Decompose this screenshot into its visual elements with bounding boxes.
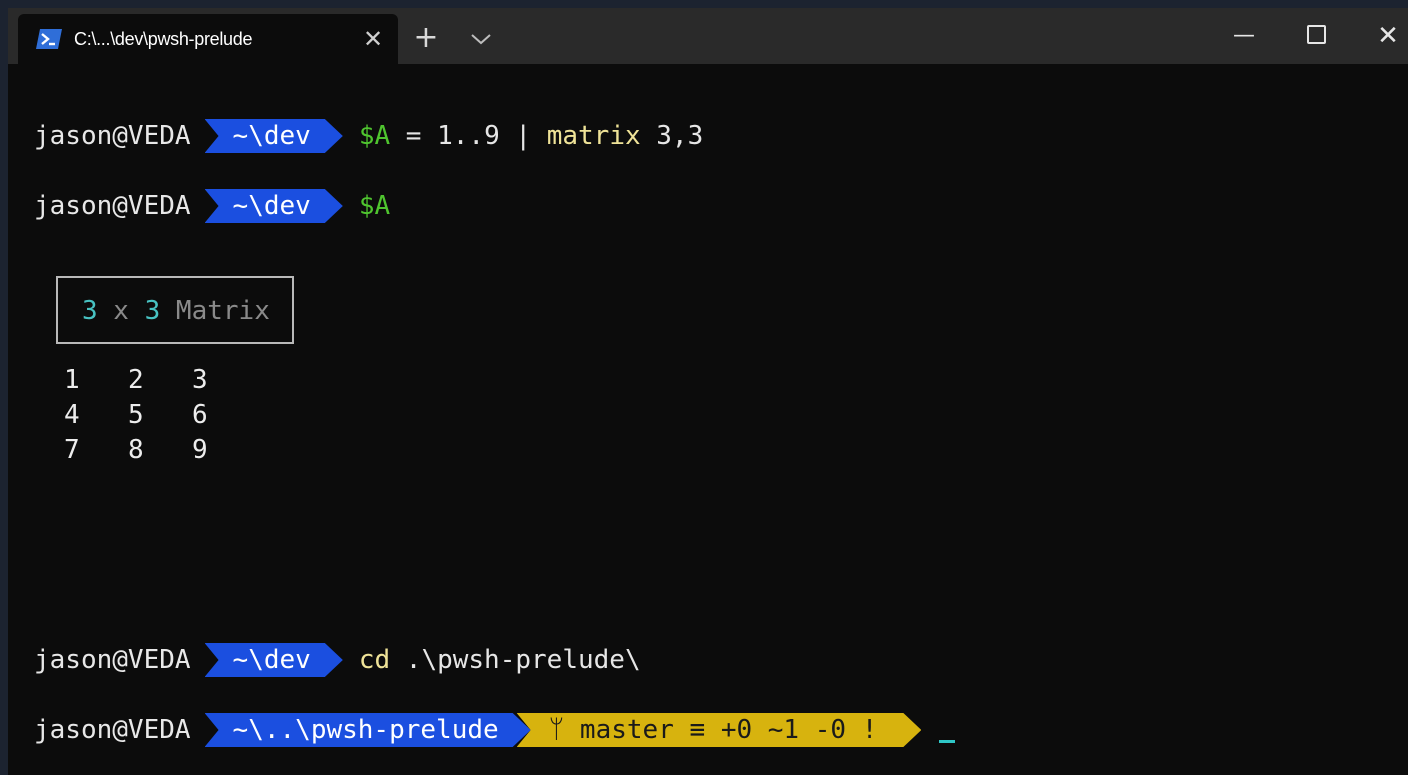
tab-pwsh-prelude[interactable]: C:\...\dev\pwsh-prelude ✕	[18, 14, 398, 64]
new-tab-button[interactable]: +	[406, 18, 446, 58]
chevron-down-icon[interactable]	[466, 24, 496, 54]
tab-title: C:\...\dev\pwsh-prelude	[74, 29, 253, 49]
prompt-line-4: jason@VEDA ~\..\pwsh-prelude ᛘ master ≡ +0…	[34, 712, 956, 748]
command-text: $A	[358, 191, 391, 221]
prompt-line-3: jason@VEDA ~\dev cd .\pwsh-prelude\	[34, 642, 641, 678]
prompt-line-1: jason@VEDA ~\dev $A = 1..9 | matrix 3,3	[34, 118, 703, 154]
git-status-segment: ᛘ master ≡ +0 ~1 -0 !	[517, 713, 922, 747]
matrix-title: 3 x 3 Matrix	[82, 296, 270, 326]
matrix-header-box: 3 x 3 Matrix	[56, 276, 294, 344]
prompt-dir: ~\dev	[205, 119, 343, 153]
tab-close-icon[interactable]: ✕	[356, 22, 390, 56]
minimize-button[interactable]: —	[1214, 14, 1274, 58]
maximize-button[interactable]	[1286, 14, 1346, 58]
prompt-dir: ~\dev	[205, 643, 343, 677]
text-cursor	[939, 739, 956, 743]
terminal-window: C:\...\dev\pwsh-prelude ✕ + — ✕ jason@VE…	[8, 8, 1408, 775]
git-branch: master	[579, 715, 674, 745]
prompt-user: jason@VEDA	[34, 645, 191, 675]
prompt-line-2: jason@VEDA ~\dev $A	[34, 188, 390, 224]
prompt-dir-repo: ~\..\pwsh-prelude	[205, 713, 531, 747]
command-text: cd .\pwsh-prelude\	[358, 645, 641, 675]
git-sync-icon: ≡	[689, 715, 706, 745]
powershell-icon	[36, 29, 62, 49]
maximize-icon	[1306, 25, 1326, 44]
command-text: $A = 1..9 | matrix 3,3	[358, 121, 704, 151]
prompt-dir: ~\dev	[205, 189, 343, 223]
prompt-user: jason@VEDA	[34, 121, 191, 151]
prompt-user: jason@VEDA	[34, 715, 191, 745]
title-bar: C:\...\dev\pwsh-prelude ✕ + — ✕	[8, 8, 1408, 64]
close-button[interactable]: ✕	[1358, 14, 1408, 58]
git-status: +0 ~1 -0 !	[720, 715, 878, 745]
prompt-user: jason@VEDA	[34, 191, 191, 221]
git-branch-icon: ᛘ	[548, 715, 565, 745]
terminal-content[interactable]: jason@VEDA ~\dev $A = 1..9 | matrix 3,3 ja…	[34, 64, 1408, 775]
